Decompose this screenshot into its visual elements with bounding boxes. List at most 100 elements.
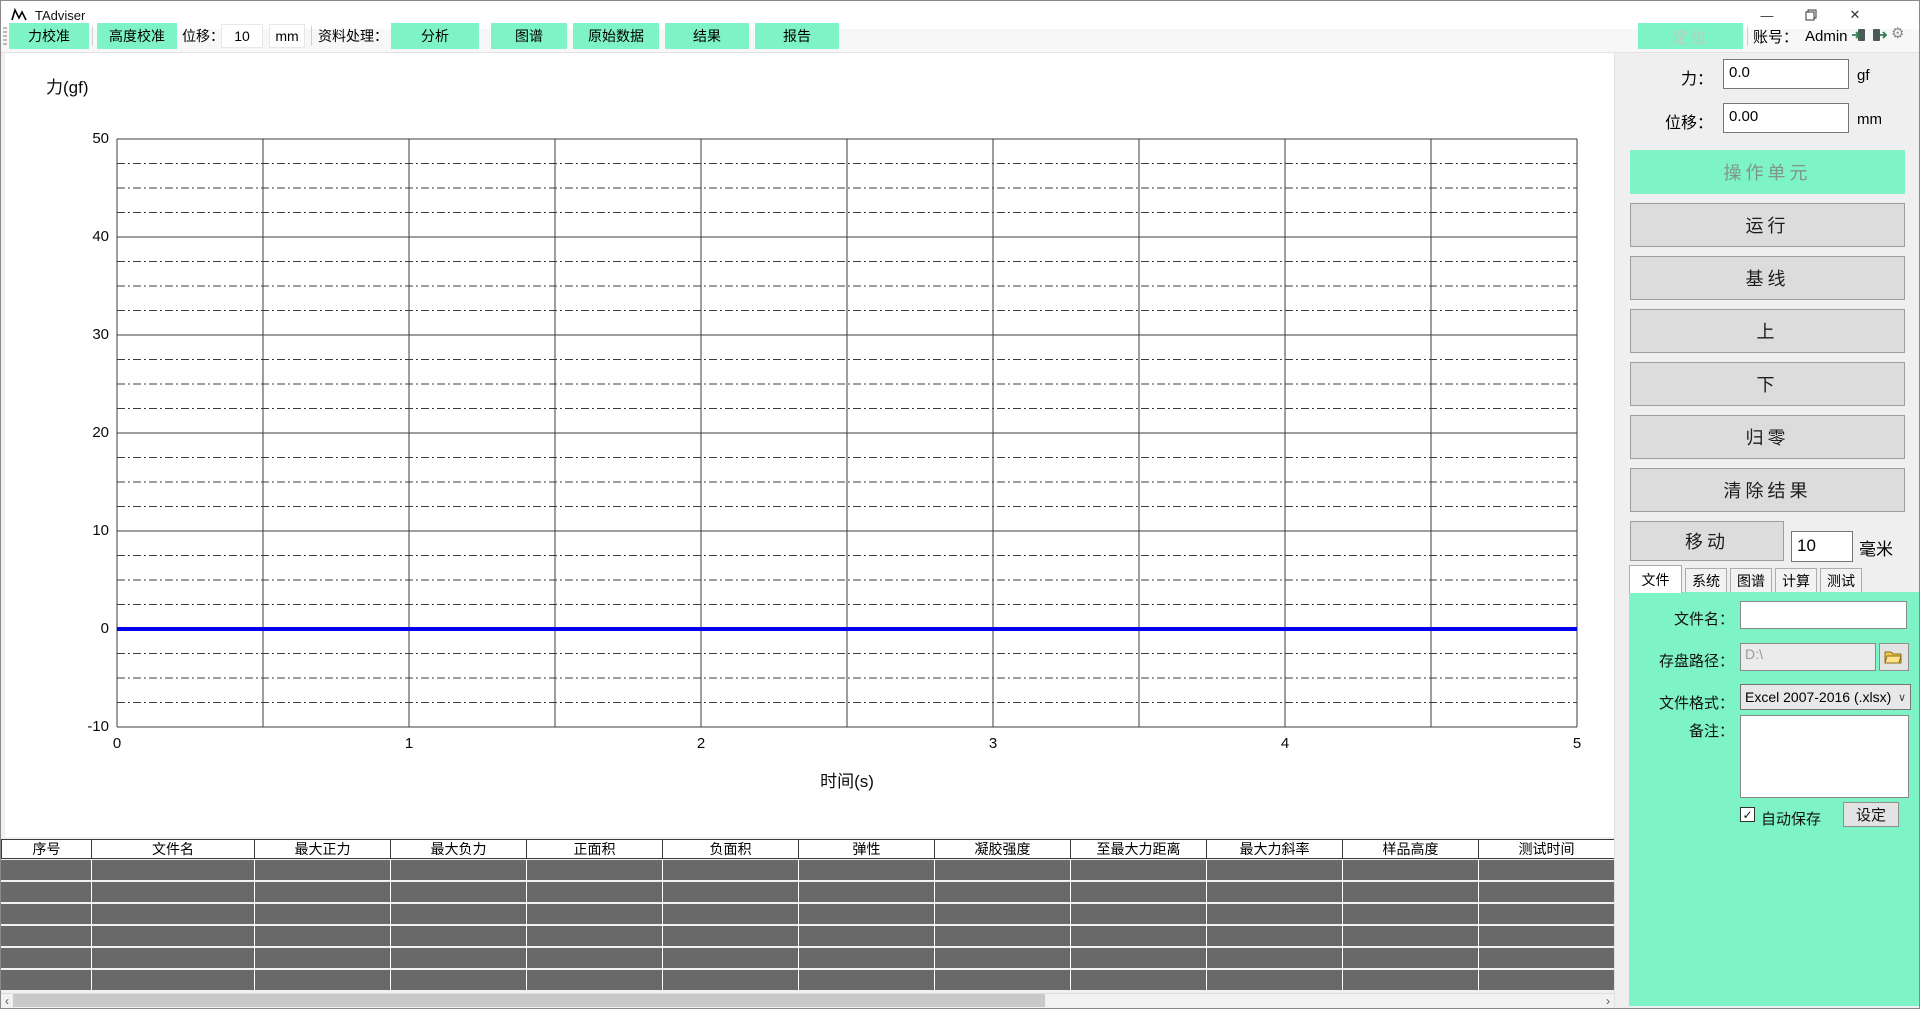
tab-文件[interactable]: 文件: [1629, 565, 1682, 593]
tab-系统[interactable]: 系统: [1685, 568, 1727, 593]
tab-测试[interactable]: 测试: [1820, 568, 1862, 593]
file-format-label: 文件格式：: [1629, 692, 1734, 713]
y-tick-label: 30: [63, 326, 109, 343]
results-table-header: 序号文件名最大正力最大负力正面积负面积弹性凝胶强度至最大力距离最大力斜率样品高度…: [1, 839, 1615, 859]
move-unit: 毫米: [1859, 535, 1893, 560]
table-cell: [1207, 970, 1343, 990]
table-cell: [1071, 948, 1207, 968]
table-row[interactable]: [1, 926, 1615, 946]
tab-计算[interactable]: 计算: [1775, 568, 1817, 593]
table-cell: [1343, 904, 1479, 924]
scroll-right-icon[interactable]: ›: [1602, 993, 1614, 1008]
table-cell: [255, 860, 391, 880]
column-header-弹性: 弹性: [799, 840, 935, 858]
set-button[interactable]: 设定: [1843, 802, 1899, 827]
table-cell: [663, 948, 799, 968]
table-cell: [527, 882, 663, 902]
table-cell: [799, 904, 935, 924]
remark-textarea[interactable]: [1740, 715, 1909, 798]
move-distance-input[interactable]: 10: [1791, 531, 1853, 562]
table-cell: [1071, 904, 1207, 924]
move-button[interactable]: 移动: [1630, 521, 1784, 561]
table-cell: [255, 904, 391, 924]
table-cell: [391, 904, 527, 924]
table-cell: [1343, 882, 1479, 902]
table-cell: [1343, 948, 1479, 968]
action-button-归零[interactable]: 归零: [1630, 415, 1905, 459]
table-cell: [1, 948, 92, 968]
action-button-运行[interactable]: 运行: [1630, 203, 1905, 247]
table-cell: [1207, 948, 1343, 968]
table-cell: [935, 882, 1071, 902]
scroll-left-icon[interactable]: ‹: [1, 993, 13, 1008]
table-cell: [391, 948, 527, 968]
table-cell: [663, 926, 799, 946]
force-unit: gf: [1857, 67, 1870, 84]
table-cell: [391, 970, 527, 990]
table-row[interactable]: [1, 904, 1615, 924]
autosave-label: 自动保存: [1761, 808, 1831, 829]
table-cell: [935, 926, 1071, 946]
file-format-value: Excel 2007-2016 (.xlsx): [1745, 689, 1891, 705]
tab-图谱[interactable]: 图谱: [1730, 568, 1772, 593]
table-row[interactable]: [1, 860, 1615, 880]
table-cell: [92, 970, 255, 990]
table-cell: [1479, 904, 1615, 924]
table-cell: [1, 860, 92, 880]
x-tick-label: 4: [1265, 735, 1305, 752]
autosave-checkbox[interactable]: ✓: [1740, 807, 1755, 822]
y-tick-label: 0: [63, 620, 109, 637]
action-button-操作单元[interactable]: 操作单元: [1630, 150, 1905, 194]
table-cell: [1071, 882, 1207, 902]
save-path-input: D:\: [1740, 643, 1876, 671]
x-tick-label: 1: [389, 735, 429, 752]
action-button-下[interactable]: 下: [1630, 362, 1905, 406]
table-cell: [935, 860, 1071, 880]
column-header-样品高度: 样品高度: [1343, 840, 1479, 858]
file-format-select[interactable]: Excel 2007-2016 (.xlsx) ∨: [1740, 684, 1911, 710]
folder-open-icon: [1884, 649, 1904, 665]
table-cell: [1, 882, 92, 902]
table-cell: [1207, 860, 1343, 880]
table-cell: [1207, 882, 1343, 902]
action-button-基线[interactable]: 基线: [1630, 256, 1905, 300]
table-row[interactable]: [1, 970, 1615, 990]
column-header-测试时间: 测试时间: [1479, 840, 1615, 858]
table-cell: [1, 970, 92, 990]
table-cell: [799, 970, 935, 990]
filename-input[interactable]: [1740, 601, 1907, 629]
table-cell: [92, 860, 255, 880]
table-cell: [255, 948, 391, 968]
table-cell: [527, 860, 663, 880]
action-button-上[interactable]: 上: [1630, 309, 1905, 353]
table-cell: [1207, 904, 1343, 924]
x-tick-label: 0: [97, 735, 137, 752]
table-cell: [92, 904, 255, 924]
table-cell: [1479, 860, 1615, 880]
horizontal-scrollbar-thumb[interactable]: [13, 994, 1045, 1007]
y-tick-label: 50: [63, 130, 109, 147]
displacement-readout-input[interactable]: 0.00: [1723, 103, 1849, 133]
table-cell: [92, 948, 255, 968]
table-cell: [1071, 926, 1207, 946]
table-cell: [799, 926, 935, 946]
column-header-正面积: 正面积: [527, 840, 663, 858]
displacement-readout-unit: mm: [1857, 111, 1882, 128]
results-table[interactable]: [1, 860, 1615, 992]
browse-folder-button[interactable]: [1879, 643, 1909, 671]
x-tick-label: 3: [973, 735, 1013, 752]
force-readout-input[interactable]: 0.0: [1723, 59, 1849, 89]
table-cell: [935, 904, 1071, 924]
table-cell: [663, 904, 799, 924]
table-cell: [799, 882, 935, 902]
action-button-清除结果[interactable]: 清除结果: [1630, 468, 1905, 512]
table-cell: [527, 970, 663, 990]
table-cell: [1, 904, 92, 924]
table-cell: [1479, 926, 1615, 946]
displacement-readout-label: 位移：: [1633, 109, 1713, 131]
table-cell: [935, 948, 1071, 968]
table-row[interactable]: [1, 948, 1615, 968]
y-tick-label: 10: [63, 522, 109, 539]
table-row[interactable]: [1, 882, 1615, 902]
chart-x-axis-title: 时间(s): [807, 767, 887, 792]
